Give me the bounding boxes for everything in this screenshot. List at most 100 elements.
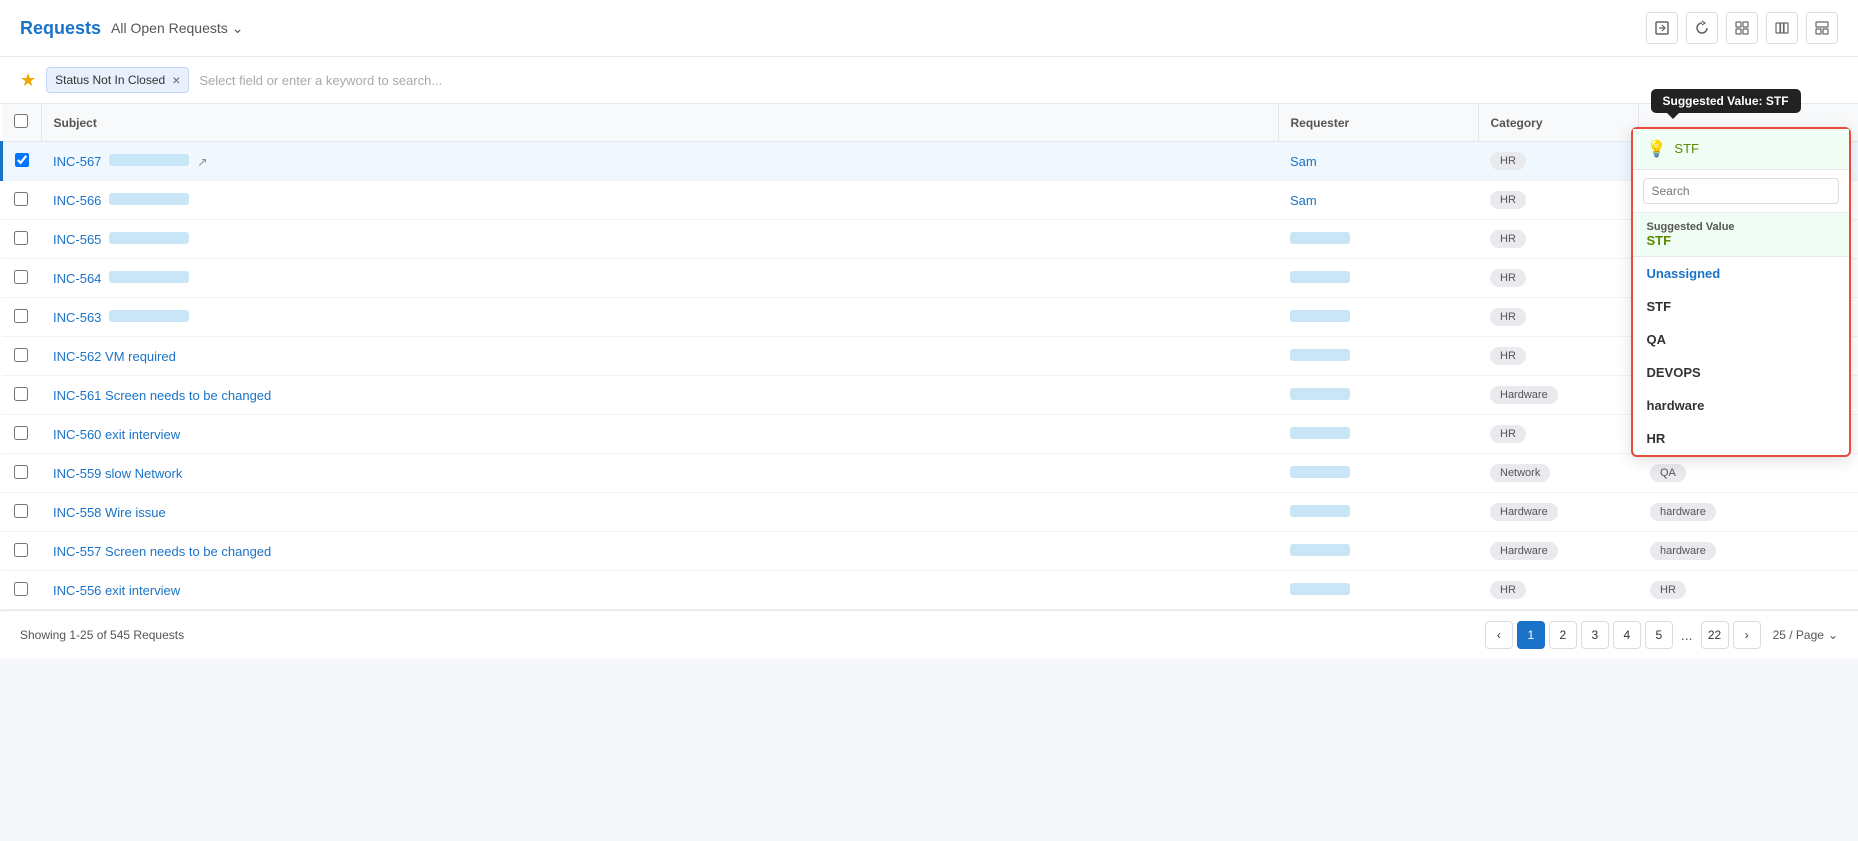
category-badge: Hardware [1490, 503, 1558, 521]
subject-link[interactable]: INC-556 exit interview [53, 583, 180, 598]
page-1-button[interactable]: 1 [1517, 621, 1545, 649]
last-page-button[interactable]: 22 [1701, 621, 1729, 649]
showing-count: Showing 1-25 of 545 Requests [20, 628, 184, 642]
row-checkbox[interactable] [14, 309, 28, 323]
requester-blurred [1290, 427, 1350, 439]
category-badge: HR [1490, 425, 1526, 443]
category-badge: HR [1490, 347, 1526, 365]
row-checkbox[interactable] [14, 465, 28, 479]
group-badge: hardware [1650, 542, 1716, 560]
requester-cell [1278, 259, 1478, 298]
row-checkbox[interactable] [14, 270, 28, 284]
table-row: INC-564HR [2, 259, 1858, 298]
page-size-selector[interactable]: 25 / Page ⌄ [1773, 628, 1838, 642]
suggested-section-value: STF [1647, 233, 1835, 248]
dropdown-item-hr[interactable]: HR [1633, 422, 1849, 455]
page-3-button[interactable]: 3 [1581, 621, 1609, 649]
requester-link[interactable]: Sam [1290, 193, 1317, 208]
requester-blurred [1290, 349, 1350, 361]
group-col-header: Suggested Value: STF 💡 STF [1638, 104, 1858, 142]
next-page-button[interactable]: › [1733, 621, 1761, 649]
category-badge: Hardware [1490, 386, 1558, 404]
dropdown-item-stf[interactable]: STF [1633, 290, 1849, 323]
filter-bar: ★ Status Not In Closed × Select field or… [0, 57, 1858, 104]
subject-link[interactable]: INC-566 [53, 193, 101, 208]
select-all-checkbox[interactable] [14, 114, 28, 128]
requester-blurred [1290, 388, 1350, 400]
group-cell: hardware [1638, 532, 1858, 571]
subject-blurred [109, 232, 189, 244]
category-cell: Network [1478, 454, 1638, 493]
row-checkbox[interactable] [14, 543, 28, 557]
table-row: INC-560 exit interview HR [2, 415, 1858, 454]
requester-cell [1278, 454, 1478, 493]
requester-cell: Sam [1278, 181, 1478, 220]
requester-cell [1278, 415, 1478, 454]
subject-blurred [109, 310, 189, 322]
view-selector[interactable]: All Open Requests ⌄ [111, 20, 243, 37]
requester-cell [1278, 532, 1478, 571]
subject-col-header: Subject [41, 104, 1278, 142]
subject-link[interactable]: INC-567 [53, 154, 101, 169]
requester-cell [1278, 493, 1478, 532]
star-button[interactable]: ★ [20, 70, 36, 91]
requester-link[interactable]: Sam [1290, 154, 1317, 169]
category-badge: Hardware [1490, 542, 1558, 560]
group-cell: HR [1638, 571, 1858, 610]
category-cell: HR [1478, 337, 1638, 376]
dropdown-item-qa[interactable]: QA [1633, 323, 1849, 356]
requester-cell [1278, 376, 1478, 415]
requester-cell [1278, 337, 1478, 376]
filter-search-placeholder[interactable]: Select field or enter a keyword to searc… [199, 73, 442, 88]
subject-link[interactable]: INC-558 Wire issue [53, 505, 166, 520]
subject-link[interactable]: INC-559 slow Network [53, 466, 182, 481]
columns-button[interactable] [1766, 12, 1798, 44]
requester-cell [1278, 571, 1478, 610]
category-cell: Hardware [1478, 493, 1638, 532]
external-link-icon[interactable]: ↗ [197, 155, 207, 169]
group-tooltip: Suggested Value: STF [1651, 89, 1801, 113]
requester-blurred [1290, 271, 1350, 283]
row-checkbox[interactable] [14, 504, 28, 518]
subject-link[interactable]: INC-557 Screen needs to be changed [53, 544, 271, 559]
dropdown-item-devops[interactable]: DEVOPS [1633, 356, 1849, 389]
group-badge: HR [1650, 581, 1686, 599]
page-title: Requests [20, 18, 101, 39]
page-5-button[interactable]: 5 [1645, 621, 1673, 649]
grid-view-button[interactable] [1726, 12, 1758, 44]
row-checkbox[interactable] [15, 153, 29, 167]
prev-page-button[interactable]: ‹ [1485, 621, 1513, 649]
requester-blurred [1290, 544, 1350, 556]
filter-tag-label: Status Not In Closed [55, 73, 165, 87]
subject-blurred [109, 193, 189, 205]
row-checkbox[interactable] [14, 387, 28, 401]
subject-link[interactable]: INC-562 VM required [53, 349, 176, 364]
requester-col-header: Requester [1278, 104, 1478, 142]
requester-blurred [1290, 505, 1350, 517]
page-2-button[interactable]: 2 [1549, 621, 1577, 649]
row-checkbox[interactable] [14, 582, 28, 596]
row-checkbox[interactable] [14, 348, 28, 362]
layout-button[interactable] [1806, 12, 1838, 44]
dropdown-search-input[interactable] [1643, 178, 1839, 204]
category-cell: HR [1478, 142, 1638, 181]
row-checkbox[interactable] [14, 426, 28, 440]
subject-link[interactable]: INC-563 [53, 310, 101, 325]
dropdown-item-unassigned[interactable]: Unassigned [1633, 257, 1849, 290]
requester-cell [1278, 220, 1478, 259]
subject-link[interactable]: INC-560 exit interview [53, 427, 180, 442]
subject-link[interactable]: INC-561 Screen needs to be changed [53, 388, 271, 403]
dropdown-item-hardware[interactable]: hardware [1633, 389, 1849, 422]
export-button[interactable] [1646, 12, 1678, 44]
table-row: INC-561 Screen needs to be changed Hardwa… [2, 376, 1858, 415]
filter-tag-remove[interactable]: × [172, 72, 180, 88]
row-checkbox[interactable] [14, 231, 28, 245]
dropdown-search-box [1633, 170, 1849, 213]
requester-cell: Sam [1278, 142, 1478, 181]
refresh-button[interactable] [1686, 12, 1718, 44]
subject-link[interactable]: INC-564 [53, 271, 101, 286]
row-checkbox[interactable] [14, 192, 28, 206]
subject-link[interactable]: INC-565 [53, 232, 101, 247]
category-badge: Network [1490, 464, 1550, 482]
page-4-button[interactable]: 4 [1613, 621, 1641, 649]
